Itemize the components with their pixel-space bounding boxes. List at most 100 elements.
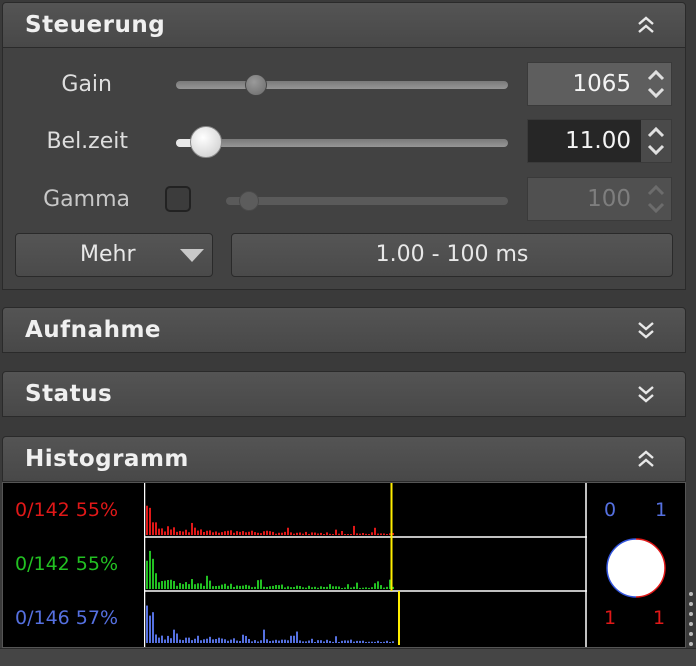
gain-slider-knob[interactable] xyxy=(244,74,267,96)
histogram-bar xyxy=(350,534,352,535)
histogram-bar xyxy=(320,532,322,535)
spin-arrows-icon[interactable] xyxy=(641,63,671,105)
histogram-bar xyxy=(221,584,223,589)
resize-grip-icon[interactable] xyxy=(686,590,696,650)
histogram-bar xyxy=(221,638,223,643)
histogram-bar xyxy=(293,587,295,589)
more-dropdown-button[interactable]: Mehr xyxy=(15,233,213,277)
histogram-bar xyxy=(275,639,277,643)
exposure-slider-knob[interactable] xyxy=(189,126,222,158)
histogram-bar xyxy=(200,583,202,589)
histogram-bar xyxy=(227,640,229,643)
histogram-bar xyxy=(359,587,361,589)
histogram-bar xyxy=(275,533,277,535)
histogram-bar xyxy=(365,641,367,643)
histogram-bar xyxy=(332,641,334,643)
histogram-bar xyxy=(191,640,193,643)
histogram-bar xyxy=(344,640,346,643)
histogram-bar xyxy=(377,581,379,589)
histogram-bar xyxy=(164,639,166,643)
histogram-bar xyxy=(209,530,211,535)
gamma-slider-knob[interactable] xyxy=(238,191,259,211)
histogram-bar xyxy=(323,641,325,643)
histogram-bar xyxy=(335,529,337,535)
histogramm-panel-header[interactable]: Histogramm xyxy=(2,436,686,482)
red-channel-stats: 0/142 55% xyxy=(15,499,119,521)
spin-arrows-icon[interactable] xyxy=(641,120,671,162)
histogram-bar xyxy=(209,580,211,589)
histogram-bar xyxy=(242,585,244,589)
aufnahme-title: Aufnahme xyxy=(25,317,162,343)
status-panel-header[interactable]: Status xyxy=(2,371,686,417)
histogram-bar xyxy=(299,640,301,643)
histogram-bar xyxy=(266,639,268,643)
histogram-bar xyxy=(245,532,247,535)
histogram-bar xyxy=(260,640,262,643)
histogram-bar xyxy=(197,530,199,535)
histogram-bar xyxy=(254,586,256,589)
gamma-checkbox[interactable] xyxy=(165,186,191,212)
histogram-bar xyxy=(389,642,391,643)
histogram-bar xyxy=(302,587,304,589)
histogram-bar xyxy=(146,560,148,589)
histogram-bar xyxy=(380,533,382,535)
gain-slider-track[interactable] xyxy=(176,81,508,89)
histogram-bar xyxy=(332,586,334,589)
histogram-bar xyxy=(185,529,187,535)
histogram-bar xyxy=(218,585,220,589)
histogram-bar xyxy=(332,534,334,535)
histogram-bar xyxy=(341,587,343,589)
exposure-slider-track[interactable] xyxy=(176,139,508,147)
range-display: 1.00 - 100 ms xyxy=(231,233,673,277)
gamma-slider-track[interactable] xyxy=(226,197,508,205)
spin-arrows-icon[interactable] xyxy=(641,178,671,220)
histogram-bar xyxy=(335,586,337,589)
aufnahme-panel-header[interactable]: Aufnahme xyxy=(2,307,686,353)
histogram-bar xyxy=(254,640,256,643)
expand-chevron-down-icon[interactable] xyxy=(635,382,657,406)
histogram-bar xyxy=(320,586,322,589)
histogram-bar xyxy=(194,584,196,589)
histogram-bar xyxy=(299,586,301,589)
histogram-bar xyxy=(212,532,214,535)
histogram-bar xyxy=(296,585,298,589)
gamma-spinbox[interactable]: 100 xyxy=(527,177,672,221)
histogram-bar xyxy=(188,532,190,535)
exposure-value: 11.00 xyxy=(565,128,631,154)
histogram-bar xyxy=(218,532,220,535)
histogram-bar xyxy=(215,531,217,535)
histogram-bar xyxy=(296,532,298,535)
histogram-bar xyxy=(227,530,229,535)
histogram-bar xyxy=(296,631,298,643)
histogram-bar xyxy=(326,586,328,589)
steuerung-panel-header[interactable]: Steuerung xyxy=(2,2,686,48)
histogram-bar xyxy=(161,581,163,589)
histogram-bar xyxy=(377,533,379,535)
histogram-bar xyxy=(158,528,160,535)
histogram-bar xyxy=(341,640,343,643)
histogram-bar xyxy=(341,531,343,535)
histogram-bar xyxy=(167,635,169,643)
histogram-bar xyxy=(158,582,160,589)
histogram-bar xyxy=(302,641,304,643)
histogram-bar xyxy=(278,585,280,589)
collapse-chevron-up-icon[interactable] xyxy=(635,447,657,471)
histogram-bar xyxy=(155,634,157,643)
histogram-bar xyxy=(284,639,286,643)
corner-value-top-right: 1 xyxy=(655,499,668,521)
histogram-bar xyxy=(257,641,259,643)
histogram-bar xyxy=(203,639,205,643)
histogram-bar xyxy=(227,585,229,589)
expand-chevron-down-icon[interactable] xyxy=(635,318,657,342)
histogram-bar xyxy=(368,641,370,643)
histogram-bar xyxy=(359,640,361,643)
exposure-spinbox[interactable]: 11.00 xyxy=(527,119,672,163)
histogram-bar xyxy=(155,573,157,589)
histogram-bar xyxy=(149,507,151,535)
gain-spinbox[interactable]: 1065 xyxy=(527,62,672,106)
histogram-bar xyxy=(248,638,250,643)
collapse-chevron-up-icon[interactable] xyxy=(635,13,657,37)
histogram-bar xyxy=(371,532,373,535)
histogram-bar xyxy=(371,587,373,589)
histogram-bar xyxy=(338,642,340,643)
